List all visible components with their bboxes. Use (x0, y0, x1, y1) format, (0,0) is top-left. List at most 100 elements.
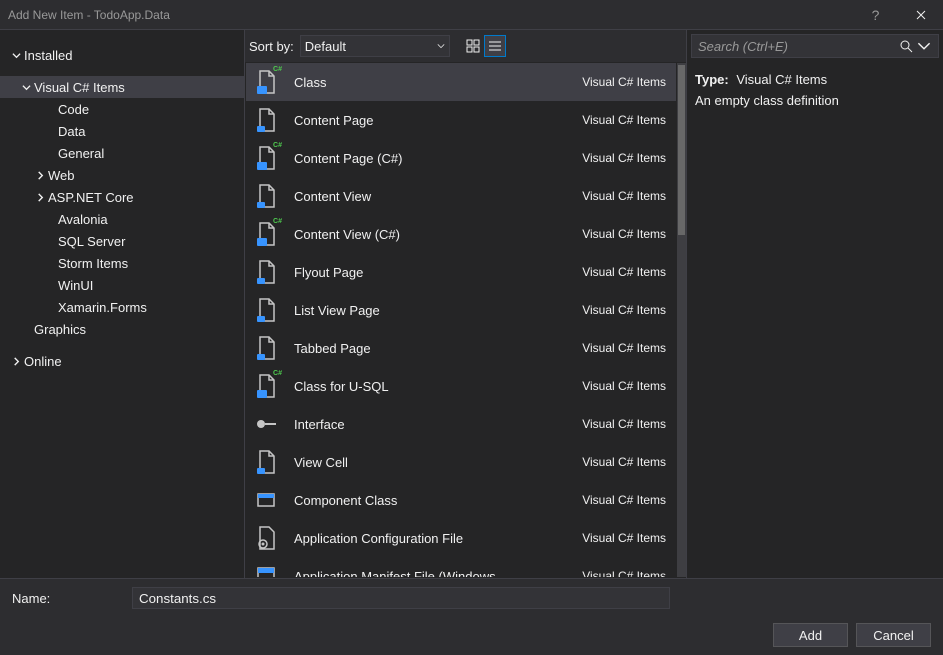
template-name: Tabbed Page (294, 341, 582, 356)
close-button[interactable] (898, 0, 943, 30)
template-name: List View Page (294, 303, 582, 318)
template-category: Visual C# Items (582, 569, 666, 577)
template-name: Content View (294, 189, 582, 204)
tree-label: WinUI (58, 278, 93, 293)
class-icon: C# (252, 220, 280, 248)
window-title: Add New Item - TodoApp.Data (8, 8, 853, 22)
template-category: Visual C# Items (582, 151, 666, 165)
template-category: Visual C# Items (582, 189, 666, 203)
details-description: An empty class definition (695, 93, 935, 108)
page-icon (252, 182, 280, 210)
category-tree: Installed Visual C# Items Code DataGenera… (0, 30, 244, 578)
tree-label: Xamarin.Forms (58, 300, 147, 315)
search-input[interactable] (698, 39, 898, 54)
tree-item[interactable]: SQL Server (0, 230, 244, 252)
component-icon (252, 486, 280, 514)
template-category: Visual C# Items (582, 493, 666, 507)
chevron-right-icon (32, 193, 48, 202)
template-category: Visual C# Items (582, 265, 666, 279)
tree-item[interactable]: Storm Items (0, 252, 244, 274)
tree-label: ASP.NET Core (48, 190, 134, 205)
template-name: Content Page (294, 113, 582, 128)
name-label: Name: (12, 591, 132, 606)
template-item[interactable]: List View PageVisual C# Items (246, 291, 676, 329)
sort-dropdown[interactable]: Default (300, 35, 450, 57)
tree-item[interactable]: ASP.NET Core (0, 186, 244, 208)
tree-item[interactable]: Xamarin.Forms (0, 296, 244, 318)
template-item[interactable]: Component ClassVisual C# Items (246, 481, 676, 519)
tree-item[interactable]: Data (0, 120, 244, 142)
page-icon (252, 334, 280, 362)
template-item[interactable]: C# ClassVisual C# Items (246, 63, 676, 101)
chevron-down-icon[interactable] (916, 39, 932, 53)
template-item[interactable]: Content PageVisual C# Items (246, 101, 676, 139)
template-item[interactable]: Flyout PageVisual C# Items (246, 253, 676, 291)
interface-icon (252, 410, 280, 438)
details-panel: Type: Visual C# Items An empty class def… (687, 30, 943, 578)
template-category: Visual C# Items (582, 75, 666, 89)
tree-item[interactable]: Avalonia (0, 208, 244, 230)
tree-item[interactable]: Web (0, 164, 244, 186)
titlebar: Add New Item - TodoApp.Data ? (0, 0, 943, 30)
template-category: Visual C# Items (582, 417, 666, 431)
template-name: Class for U-SQL (294, 379, 582, 394)
details-type: Type: Visual C# Items (695, 72, 935, 87)
view-small-icons-button[interactable] (484, 35, 506, 57)
template-item[interactable]: Tabbed PageVisual C# Items (246, 329, 676, 367)
tree-label: Visual C# Items (34, 80, 125, 95)
template-item[interactable]: C#Content Page (C#)Visual C# Items (246, 139, 676, 177)
scrollbar[interactable] (677, 63, 686, 577)
template-category: Visual C# Items (582, 113, 666, 127)
tree-item-visual-csharp[interactable]: Visual C# Items (0, 76, 244, 98)
search-box[interactable] (691, 34, 939, 58)
type-value: Visual C# Items (736, 72, 827, 87)
template-item[interactable]: Content ViewVisual C# Items (246, 177, 676, 215)
chevron-down-icon (8, 51, 24, 60)
tree-label: Graphics (34, 322, 86, 337)
tree-item[interactable]: Code (0, 98, 244, 120)
template-item[interactable]: View CellVisual C# Items (246, 443, 676, 481)
class-icon: C# (252, 372, 280, 400)
sort-by-label: Sort by: (249, 39, 294, 54)
tree-item-online[interactable]: Online (0, 350, 244, 372)
template-item[interactable]: C# Class for U-SQLVisual C# Items (246, 367, 676, 405)
template-name: Component Class (294, 493, 582, 508)
template-name: Interface (294, 417, 582, 432)
template-name: Class (294, 75, 582, 90)
class-icon: C# (252, 144, 280, 172)
template-item[interactable]: Application Manifest File (WindowsVisual… (246, 557, 676, 577)
chevron-right-icon (8, 357, 24, 366)
tree-item-graphics[interactable]: Graphics (0, 318, 244, 340)
template-name: Application Manifest File (Windows (294, 569, 582, 578)
class-icon: C# (252, 68, 280, 96)
name-input[interactable] (132, 587, 670, 609)
template-panel: Sort by: Default (244, 30, 687, 578)
grid-icon (466, 39, 480, 53)
template-name: Flyout Page (294, 265, 582, 280)
template-item[interactable]: C#Content View (C#)Visual C# Items (246, 215, 676, 253)
sort-value: Default (305, 39, 346, 54)
template-list: C#ClassVisual C# ItemsContent PageVisual… (245, 62, 686, 578)
sort-toolbar: Sort by: Default (245, 30, 686, 62)
scrollbar-thumb[interactable] (678, 65, 685, 235)
footer: Name: Add Cancel (0, 578, 943, 655)
template-name: Application Configuration File (294, 531, 582, 546)
view-large-icons-button[interactable] (462, 35, 484, 57)
help-button[interactable]: ? (853, 0, 898, 30)
tree-item[interactable]: General (0, 142, 244, 164)
template-category: Visual C# Items (582, 379, 666, 393)
tree-item[interactable]: WinUI (0, 274, 244, 296)
tree-label: Storm Items (58, 256, 128, 271)
tree-label: Code (58, 102, 89, 117)
template-item[interactable]: InterfaceVisual C# Items (246, 405, 676, 443)
template-category: Visual C# Items (582, 531, 666, 545)
page-icon (252, 448, 280, 476)
template-category: Visual C# Items (582, 455, 666, 469)
tree-label: Avalonia (58, 212, 108, 227)
add-button[interactable]: Add (773, 623, 848, 647)
cancel-button[interactable]: Cancel (856, 623, 931, 647)
template-item[interactable]: Application Configuration FileVisual C# … (246, 519, 676, 557)
page-icon (252, 296, 280, 324)
tree-item-installed[interactable]: Installed (0, 44, 244, 66)
tree-label: SQL Server (58, 234, 125, 249)
